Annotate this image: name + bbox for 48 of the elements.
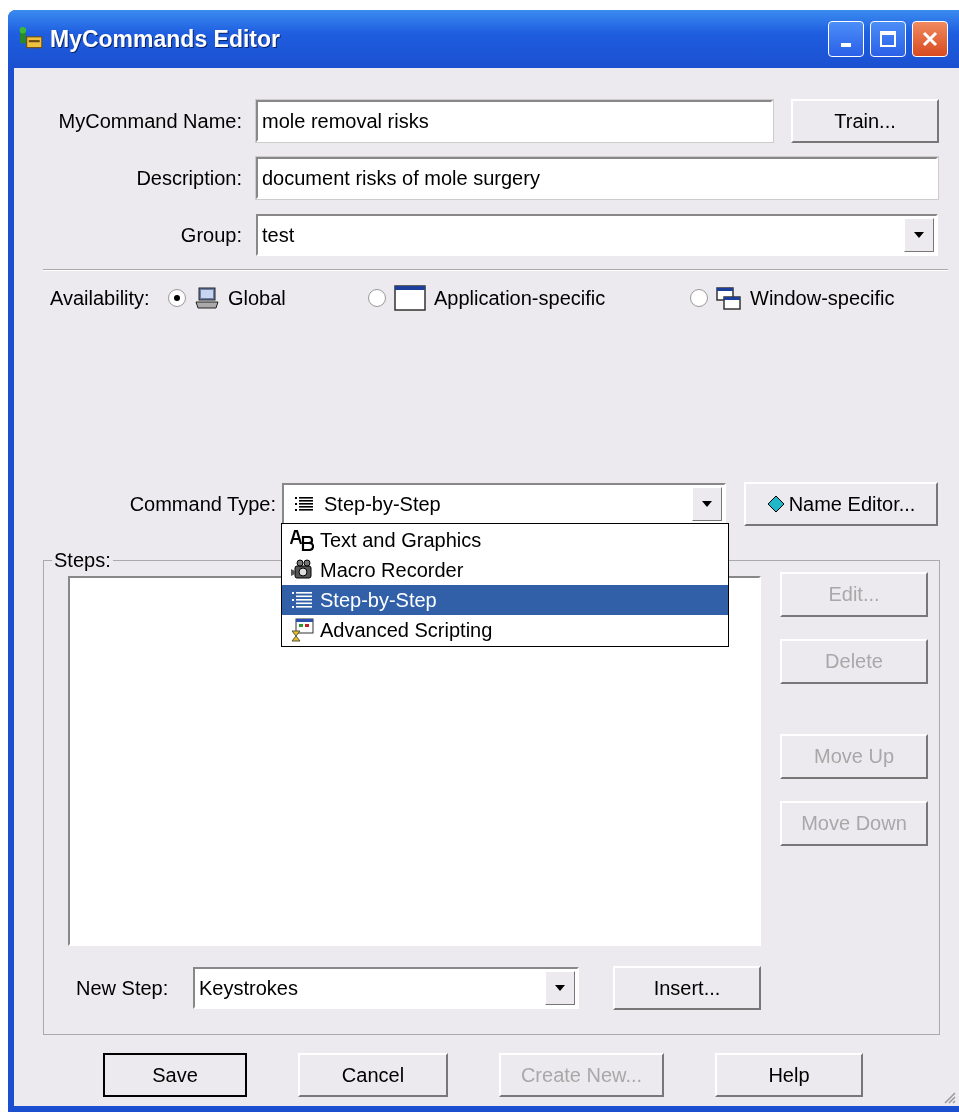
text-icon [290, 529, 314, 551]
caret-icon [701, 500, 713, 508]
field-label: Command Type: [128, 492, 277, 516]
dropdown-option[interactable]: Advanced Scripting [282, 615, 728, 645]
camera-icon [290, 559, 314, 581]
list-icon [290, 590, 314, 610]
dropdown-option[interactable]: Step-by-Step [282, 585, 728, 615]
field-label: Group: [179, 223, 243, 247]
script-icon [290, 618, 314, 642]
radio-label: Global [228, 286, 286, 310]
train-button[interactable]: Train... [791, 99, 939, 143]
diamond-icon [766, 495, 785, 513]
dropdown-option[interactable]: Text and Graphics [282, 525, 728, 555]
radio-button[interactable] [368, 289, 386, 307]
maximize-button[interactable] [870, 21, 906, 57]
windows-icon [716, 285, 742, 311]
application-window-icon [394, 285, 426, 311]
group-label: Steps: [53, 549, 112, 572]
list-icon [294, 495, 314, 513]
radio-button[interactable] [168, 289, 186, 307]
dialog-button[interactable]: Cancel [298, 1053, 448, 1097]
caret-icon [913, 231, 925, 239]
window-title: MyCommands Editor [50, 25, 281, 53]
description-input[interactable]: document risks of mole surgery [256, 157, 938, 199]
dropdown-option[interactable]: Macro Recorder [282, 555, 728, 585]
dialog-button[interactable]: Help [715, 1053, 863, 1097]
radio-label: Application-specific [434, 286, 606, 310]
availability-label: Availability: [50, 286, 151, 310]
minimize-button[interactable] [828, 21, 864, 57]
resize-grip-icon[interactable] [942, 1090, 956, 1104]
computer-icon [194, 286, 220, 310]
new-step-dropdown[interactable]: Keystrokes [193, 967, 579, 1009]
name-editor-button[interactable]: Name Editor... [744, 482, 938, 526]
field-label: Description: [135, 166, 243, 190]
maximize-icon [879, 30, 897, 48]
radio-button[interactable] [690, 289, 708, 307]
insert-button[interactable]: Insert... [613, 966, 761, 1010]
minimize-icon [841, 43, 851, 47]
caret-icon [554, 984, 566, 992]
close-button[interactable] [912, 21, 948, 57]
name-input[interactable]: mole removal risks [256, 100, 773, 142]
close-icon [921, 30, 939, 48]
dialog-button[interactable]: Save [103, 1053, 247, 1097]
group-dropdown[interactable]: test [256, 214, 938, 256]
field-label: New Step: [76, 976, 170, 1000]
field-label: MyCommand Name: [57, 109, 243, 133]
command-type-dropdown[interactable]: Step-by-Step [282, 483, 726, 525]
radio-label: Window-specific [750, 286, 895, 310]
